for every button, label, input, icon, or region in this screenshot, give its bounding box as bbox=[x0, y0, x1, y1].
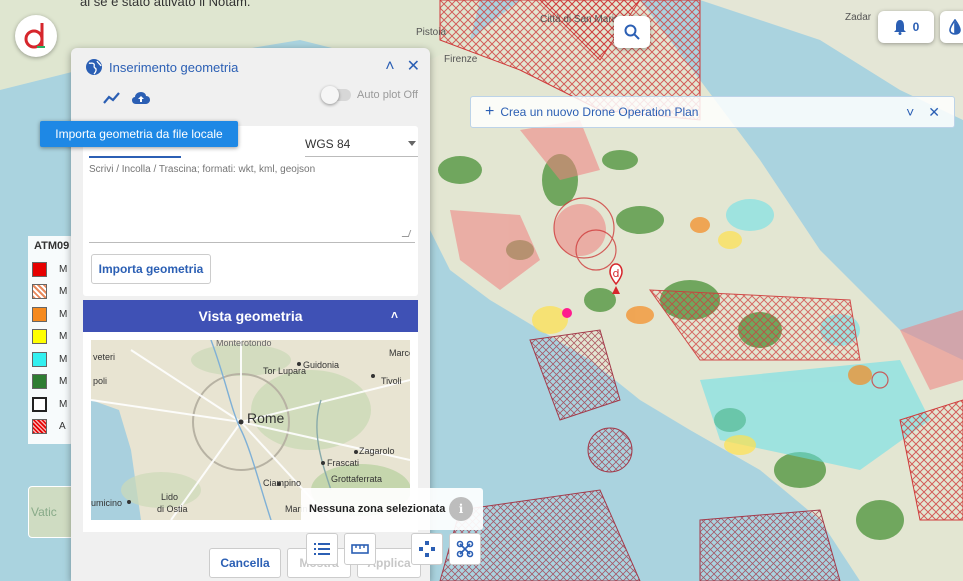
geometry-input-card: WGS 84 Importa geometria bbox=[83, 126, 418, 296]
search-icon bbox=[624, 24, 640, 40]
import-file-tooltip: Importa geometria da file locale bbox=[40, 121, 238, 147]
preview-label-tivoli: Tivoli bbox=[381, 376, 402, 386]
drone-plan-label: Crea un nuovo Drone Operation Plan bbox=[500, 105, 699, 119]
close-icon[interactable]: ✕ bbox=[928, 104, 940, 121]
legend-label: M bbox=[59, 331, 68, 343]
legend-item: A bbox=[28, 416, 74, 439]
legend-label: M bbox=[59, 308, 68, 320]
logo-icon bbox=[24, 23, 45, 49]
preview-label-fiumicino: umicino bbox=[91, 498, 123, 508]
cloud-upload-icon[interactable] bbox=[131, 91, 151, 105]
legend-swatch bbox=[32, 374, 47, 390]
chevron-down-icon bbox=[408, 141, 416, 146]
drone-operation-plan-bar[interactable]: + Crea un nuovo Drone Operation Plan ˅ ✕ bbox=[470, 96, 955, 128]
preview-label-ciampino: Ciampino bbox=[263, 478, 302, 488]
panel-title: Inserimento geometria bbox=[109, 59, 239, 75]
preview-label-di-ostia: di Ostia bbox=[157, 504, 188, 514]
preview-label-zagarolo: Zagarolo bbox=[359, 446, 395, 456]
selected-zone-panel: Nessuna zona selezionata i bbox=[301, 488, 483, 530]
panel-footer: Cancella Mostra Applica bbox=[71, 542, 430, 581]
preview-label-grottaferrata: Grottaferrata bbox=[331, 474, 383, 484]
globe-icon bbox=[86, 59, 102, 75]
import-geometry-button[interactable]: Importa geometria bbox=[91, 254, 211, 284]
drone-button[interactable] bbox=[449, 533, 481, 565]
bell-icon bbox=[893, 20, 906, 35]
legend-swatch bbox=[32, 261, 47, 277]
preview-label-frascati: Frascati bbox=[327, 458, 360, 468]
preview-label-veteri: veteri bbox=[93, 352, 116, 362]
legend-swatch bbox=[32, 351, 47, 367]
map-label-firenze: Firenze bbox=[444, 54, 478, 65]
close-panel-button[interactable]: ✕ bbox=[407, 59, 420, 75]
measure-button[interactable] bbox=[344, 533, 376, 565]
preview-label-poli: poli bbox=[93, 376, 108, 386]
list-button[interactable] bbox=[306, 533, 338, 565]
notifications-button[interactable]: 0 bbox=[878, 11, 934, 43]
active-input-underline bbox=[89, 156, 181, 158]
svg-text:d: d bbox=[613, 267, 620, 280]
legend-swatch bbox=[32, 284, 47, 300]
legend-label: M bbox=[59, 286, 68, 298]
crs-select[interactable]: WGS 84 bbox=[305, 132, 418, 157]
preview-label-tor-lupara: Tor Lupara bbox=[263, 366, 307, 376]
legend-item: M bbox=[28, 348, 74, 371]
minimap-label: Vatic bbox=[31, 505, 57, 519]
legend-item: M bbox=[28, 371, 74, 394]
geometry-textarea[interactable] bbox=[89, 162, 415, 243]
zones-button[interactable] bbox=[411, 533, 443, 565]
cancel-button[interactable]: Cancella bbox=[209, 548, 281, 578]
map-label-pistoia: Pistoia bbox=[416, 27, 447, 38]
list-icon bbox=[314, 543, 330, 555]
panel-toolbar: Auto plot Off bbox=[71, 86, 430, 110]
map-legend: ATM09 MMMMMMMA bbox=[28, 236, 74, 444]
map-label-san-marino: Città di San Marino bbox=[540, 14, 626, 25]
preview-label-monterotondo: Monterotondo bbox=[216, 340, 272, 348]
legend-item: M bbox=[28, 303, 74, 326]
crs-select-value: WGS 84 bbox=[305, 137, 351, 151]
legend-swatch bbox=[32, 419, 47, 435]
preview-label-marcellina: Marce bbox=[389, 348, 410, 358]
preview-label-lido: Lido bbox=[161, 492, 179, 502]
top-cutoff-text: al se é stato attivato il Notam. bbox=[80, 0, 251, 9]
geometry-preview-header[interactable]: Vista geometria ˄ bbox=[83, 300, 418, 332]
ruler-icon bbox=[351, 544, 369, 554]
search-button[interactable] bbox=[614, 16, 650, 48]
legend-swatch bbox=[32, 329, 47, 345]
drop-icon bbox=[949, 19, 961, 35]
legend-swatch bbox=[32, 396, 47, 412]
legend-label: M bbox=[59, 353, 68, 365]
minimap-thumbnail[interactable]: Vatic bbox=[28, 486, 76, 538]
selected-zone-text: Nessuna zona selezionata bbox=[309, 503, 446, 515]
auto-plot-toggle[interactable]: Auto plot Off bbox=[321, 86, 418, 104]
polyline-icon[interactable] bbox=[103, 91, 121, 105]
geometry-preview-title: Vista geometria bbox=[198, 308, 303, 324]
preview-label-guidonia: Guidonia bbox=[303, 360, 340, 370]
legend-swatch bbox=[32, 306, 47, 322]
layer-opacity-button[interactable] bbox=[940, 11, 963, 43]
legend-label: M bbox=[59, 376, 68, 388]
location-pin-icon[interactable]: d bbox=[607, 262, 625, 300]
collapse-panel-button[interactable]: ˄ bbox=[385, 59, 394, 75]
plus-icon: + bbox=[485, 103, 495, 120]
chevron-down-icon[interactable]: ˅ bbox=[906, 104, 914, 120]
drone-icon bbox=[456, 540, 474, 558]
panel-header: Inserimento geometria ˄ ✕ bbox=[71, 48, 430, 86]
legend-label: M bbox=[59, 263, 68, 275]
map-label-zadar: Zadar bbox=[845, 12, 872, 23]
preview-label-rome: Rome bbox=[247, 410, 285, 426]
legend-item: M bbox=[28, 326, 74, 349]
chevron-up-icon[interactable]: ˄ bbox=[391, 308, 398, 322]
legend-item: M bbox=[28, 281, 74, 304]
legend-label: M bbox=[59, 398, 68, 410]
app-logo[interactable] bbox=[15, 15, 57, 57]
legend-label: A bbox=[59, 421, 66, 433]
legend-item: M bbox=[28, 258, 74, 281]
auto-plot-label: Auto plot Off bbox=[357, 89, 418, 101]
notification-count: 0 bbox=[912, 20, 920, 34]
zones-icon bbox=[419, 541, 435, 557]
legend-title: ATM09 bbox=[34, 240, 70, 252]
info-icon[interactable]: i bbox=[449, 497, 473, 521]
legend-item: M bbox=[28, 393, 74, 416]
auto-plot-switch[interactable] bbox=[321, 86, 352, 104]
